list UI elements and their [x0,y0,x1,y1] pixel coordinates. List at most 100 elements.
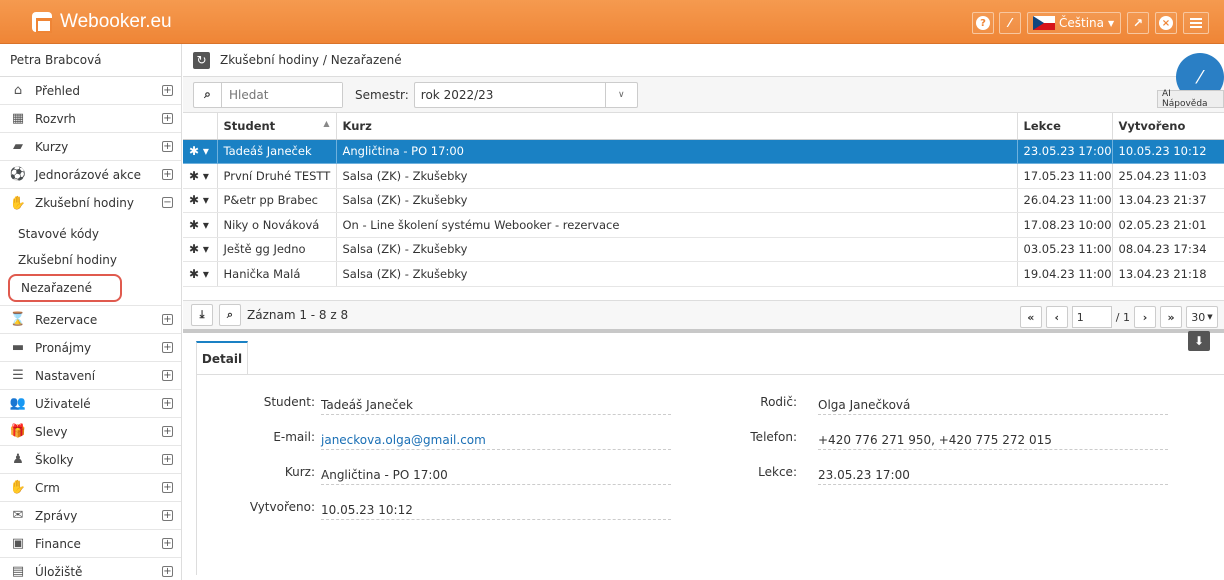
language-dropdown[interactable]: Čeština ▼ [1027,12,1121,34]
gear-icon[interactable]: ✱ ▾ [189,144,209,158]
sidebar-item-uloziste[interactable]: ▤ Úložiště + [0,558,181,580]
table-cell: Salsa (ZK) - Zkušebky [336,163,1018,189]
sidebar-item-rezervace[interactable]: ⌛ Rezervace + [0,306,181,334]
search-button[interactable]: ⌕ [219,304,241,326]
sidebar-item-rozvrh[interactable]: ▦ Rozvrh + [0,105,181,133]
table-row[interactable]: ✱ ▾ První Druhé TESTT Salsa (ZK) - Zkušebk… [183,163,1224,189]
refresh-icon[interactable]: ↻ [193,51,210,69]
sidebar-item-zkusebni-hodiny[interactable]: ✋ Zkušební hodiny − [0,189,181,217]
tab-detail[interactable]: Detail [196,341,248,375]
brand[interactable]: Webooker.eu [32,9,172,35]
magic-wand-button[interactable]: ⁄ [999,12,1021,34]
page-size-select[interactable]: 30 ▼ [1186,306,1218,328]
sidebar-item-label: Školky [35,452,74,467]
gear-icon[interactable]: ✱ ▾ [189,169,209,183]
column-header-student[interactable]: Student ▲ [217,113,337,140]
expand-icon[interactable]: + [162,510,173,521]
sidebar-item-nastaveni[interactable]: ☰ Nastavení + [0,362,181,390]
sidebar-item-kurzy[interactable]: ▰ Kurzy + [0,133,181,161]
table-cell: 13.04.23 21:18 [1112,261,1224,287]
sidebar-item-finance[interactable]: ▣ Finance + [0,530,181,558]
collapse-panel-button[interactable]: ⬇ [1188,331,1210,351]
gear-icon[interactable]: ✱ ▾ [189,218,209,232]
sidebar-subitem-stavove-kody[interactable]: Stavové kódy [0,221,181,247]
download-button[interactable]: ⤓ [191,304,213,326]
expand-icon[interactable]: + [162,314,173,325]
table-row[interactable]: ✱ ▾ Hanička Malá Salsa (ZK) - Zkušebky 19.0… [183,261,1224,287]
gear-icon[interactable]: ✱ ▾ [189,267,209,281]
search-input[interactable] [222,82,342,107]
sidebar-item-uzivatele[interactable]: 👥 Uživatelé + [0,390,181,418]
expand-icon[interactable]: + [162,482,173,493]
expand-icon[interactable]: + [162,113,173,124]
search-icon[interactable]: ⌕ [194,82,222,107]
record-count: Záznam 1 - 8 z 8 [247,308,349,322]
table-cell: Hanička Malá [217,261,337,287]
main-content: ↻ Zkušební hodiny / Nezařazené ⌕ Semestr… [183,44,1224,580]
expand-icon[interactable]: + [162,398,173,409]
page-input[interactable]: 1 [1071,306,1112,328]
table-row[interactable]: ✱ ▾ Tadeáš Janeček Angličtina - PO 17:00 23… [183,139,1224,164]
sidebar-item-slevy[interactable]: 🎁 Slevy + [0,418,181,446]
czech-flag-icon [1033,16,1055,30]
next-page-button[interactable]: › [1134,306,1156,328]
close-button[interactable]: × [1155,12,1177,34]
sidebar-item-label: Slevy [35,424,68,439]
results-table: Student ▲ Kurz Lekce Vytvořeno ✱ ▾ Tadeáš … [183,113,1224,287]
table-cell: Tadeáš Janeček [217,139,337,164]
parent-value: Olga Janečková [818,398,1168,415]
row-actions[interactable]: ✱ ▾ [183,237,218,262]
parent-label: Rodič: [760,395,797,409]
row-actions[interactable]: ✱ ▾ [183,139,218,164]
gear-icon[interactable]: ✱ ▾ [189,242,209,256]
semester-value: rok 2022/23 [420,87,494,102]
sidebar-item-pronajmy[interactable]: ▬ Pronájmy + [0,334,181,362]
expand-icon[interactable]: + [162,370,173,381]
user-name[interactable]: Petra Brabcová [0,44,181,77]
prev-page-button[interactable]: ‹ [1045,306,1068,328]
expand-icon[interactable]: + [162,141,173,152]
expand-icon[interactable]: + [162,538,173,549]
expand-icon[interactable]: + [162,454,173,465]
expand-icon[interactable]: + [162,85,173,96]
sidebar-item-jednorazove-akce[interactable]: ⚽ Jednorázové akce + [0,161,181,189]
sidebar-item-prehled[interactable]: ⌂ Přehled + [0,77,181,105]
column-header-kurz[interactable]: Kurz [336,113,1018,140]
ai-help-tooltip: AI Nápověda [1157,89,1224,109]
gear-icon[interactable]: ✱ ▾ [189,193,209,207]
home-icon: ⌂ [13,83,23,98]
menu-button[interactable] [1183,12,1209,34]
expand-icon[interactable]: + [162,342,173,353]
sidebar-subitem-zkusebni-hodiny[interactable]: Zkušební hodiny [0,247,181,273]
row-actions[interactable]: ✱ ▾ [183,261,218,287]
column-header-vytvoreno[interactable]: Vytvořeno [1112,113,1224,140]
expand-icon[interactable]: + [162,426,173,437]
table-cell: Angličtina - PO 17:00 [336,139,1018,164]
expand-icon[interactable]: + [162,169,173,180]
collapse-icon[interactable]: − [162,197,173,208]
sidebar-subitem-nezarazene[interactable]: Nezařazené [8,274,122,302]
sidebar-item-crm[interactable]: ✋ Crm + [0,474,181,502]
row-actions[interactable]: ✱ ▾ [183,188,218,213]
row-actions[interactable]: ✱ ▾ [183,163,218,189]
help-button[interactable]: ? [972,12,994,34]
breadcrumb-bar: ↻ Zkušební hodiny / Nezařazené [183,44,1224,77]
first-page-button[interactable]: « [1019,306,1042,328]
detail-fields: Student: Tadeáš Janeček E-mail: janeckov… [196,375,1224,575]
semester-select[interactable]: rok 2022/23 ∨ [413,81,638,108]
row-actions[interactable]: ✱ ▾ [183,212,218,238]
table-row[interactable]: ✱ ▾ Ještě gg Jedno Salsa (ZK) - Zkušebky 03… [183,237,1224,262]
table-row[interactable]: ✱ ▾ Niky o Nováková On - Line školení syst… [183,212,1224,238]
email-link[interactable]: janeckova.olga@gmail.com [321,433,671,450]
first-page-icon: « [1027,310,1035,324]
expand-icon[interactable]: + [162,566,173,577]
external-link-button[interactable]: ↗ [1127,12,1149,34]
column-header-lekce[interactable]: Lekce [1017,113,1113,140]
envelope-icon: ✉ [12,508,24,523]
last-page-button[interactable]: » [1160,306,1182,328]
sidebar-item-zpravy[interactable]: ✉ Zprávy + [0,502,181,530]
sidebar-item-skolky[interactable]: ♟ Školky + [0,446,181,474]
phone-label: Telefon: [750,430,797,444]
table-cell: 02.05.23 21:01 [1112,212,1224,238]
table-row[interactable]: ✱ ▾ P&etr pp Brabec Salsa (ZK) - Zkušebky 2… [183,188,1224,213]
